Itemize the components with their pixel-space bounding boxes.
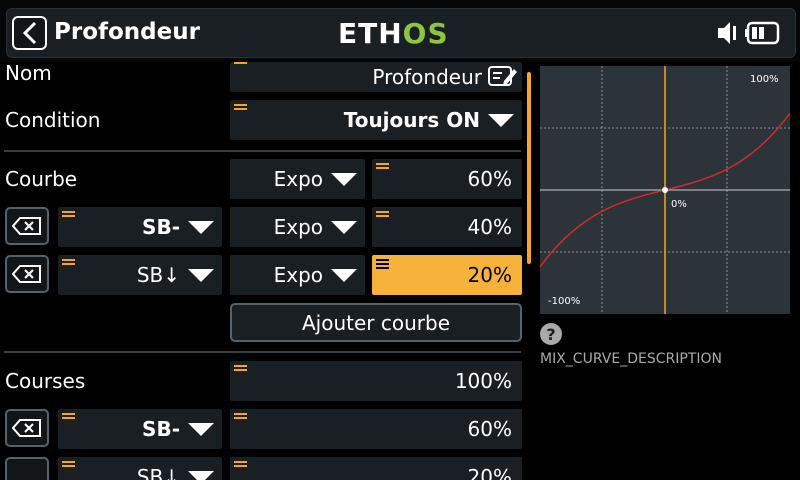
rates-value: 100% — [454, 369, 512, 393]
clear-button[interactable] — [5, 409, 49, 447]
name-value: Profondeur — [372, 65, 482, 89]
clear-button[interactable] — [5, 457, 49, 480]
separator — [4, 351, 521, 353]
clear-button[interactable] — [5, 255, 49, 293]
drag-handle-icon — [62, 413, 75, 423]
ethos-logo: ETHOS — [338, 17, 449, 50]
curve-point — [662, 187, 668, 193]
edit-icon — [488, 66, 517, 86]
switch-value: SB- — [142, 215, 180, 239]
rates-row2-value-field[interactable]: 20% — [230, 457, 522, 480]
rates-row1-value-field[interactable]: 60% — [230, 409, 522, 449]
switch-value: SB- — [142, 417, 180, 441]
dropdown-arrow-icon — [188, 470, 214, 480]
drag-handle-icon — [234, 413, 247, 423]
rates-value: 20% — [467, 465, 512, 480]
dropdown-arrow-icon — [188, 422, 214, 436]
drag-handle-icon — [376, 259, 389, 269]
switch-value: SB↓ — [136, 465, 180, 480]
header-bar: Profondeur ETHOS — [0, 0, 800, 62]
curve-row1-value-field[interactable]: 40% — [372, 207, 522, 247]
clear-button[interactable] — [5, 207, 49, 245]
drag-handle-icon — [234, 62, 247, 72]
switch-value: SB↓ — [136, 263, 180, 287]
curve-graph-svg: 100% 0% -100% — [539, 66, 791, 314]
dropdown-arrow-icon — [331, 268, 357, 282]
curve-label: Courbe — [5, 167, 78, 191]
page-title: Profondeur — [54, 19, 200, 45]
add-curve-button[interactable]: Ajouter courbe — [230, 303, 522, 342]
drag-handle-icon — [234, 365, 247, 375]
curve-row2-value-field[interactable]: 20% — [372, 255, 522, 295]
graph-center-label: 0% — [671, 199, 687, 210]
curve-description: MIX_CURVE_DESCRIPTION — [540, 351, 722, 367]
curve-type-value: Expo — [273, 167, 323, 191]
backspace-icon — [12, 217, 41, 235]
curve-value: 60% — [467, 167, 512, 191]
dropdown-arrow-icon — [331, 220, 357, 234]
separator — [4, 150, 521, 152]
dropdown-arrow-icon — [488, 113, 514, 127]
backspace-icon — [12, 419, 41, 437]
rates-value: 60% — [467, 417, 512, 441]
dropdown-arrow-icon — [331, 172, 357, 186]
rates-value-field[interactable]: 100% — [230, 361, 522, 401]
drag-handle-icon — [62, 211, 75, 221]
drag-handle-icon — [62, 259, 75, 269]
back-button[interactable] — [12, 16, 47, 50]
curve-row2-type-select[interactable]: Expo — [230, 255, 365, 295]
rates-label: Courses — [5, 369, 86, 393]
name-field[interactable]: Profondeur — [230, 62, 522, 92]
graph-top-label: 100% — [750, 74, 779, 85]
curve-row1-type-select[interactable]: Expo — [230, 207, 365, 247]
curve-type-value: Expo — [273, 215, 323, 239]
condition-select[interactable]: Toujours ON — [230, 100, 522, 140]
curve-type-value: Expo — [273, 263, 323, 287]
drag-handle-icon — [376, 211, 389, 221]
curve-row1-switch-select[interactable]: SB- — [58, 207, 222, 247]
condition-label: Condition — [5, 108, 101, 132]
drag-handle-icon — [376, 163, 389, 173]
battery-icon — [745, 21, 780, 45]
curve-value: 20% — [467, 263, 512, 287]
drag-handle-icon — [62, 461, 75, 471]
drag-handle-icon — [234, 461, 247, 471]
curve-value-field[interactable]: 60% — [372, 159, 522, 199]
rates-row1-switch-select[interactable]: SB- — [58, 409, 222, 449]
help-icon[interactable]: ? — [540, 323, 562, 345]
rates-row2-switch-select[interactable]: SB↓ — [58, 457, 222, 480]
curve-value: 40% — [467, 215, 512, 239]
curve-graph: 100% 0% -100% — [539, 66, 791, 314]
speaker-icon — [718, 22, 736, 44]
curve-type-select[interactable]: Expo — [230, 159, 365, 199]
name-label: Nom — [5, 61, 52, 85]
graph-bottom-label: -100% — [548, 296, 580, 307]
drag-handle-icon — [234, 104, 247, 114]
dropdown-arrow-icon — [188, 220, 214, 234]
curve-row2-switch-select[interactable]: SB↓ — [58, 255, 222, 295]
chevron-left-icon — [22, 21, 36, 45]
scrollbar[interactable] — [527, 72, 531, 264]
condition-value: Toujours ON — [343, 108, 480, 132]
status-icons — [716, 20, 780, 46]
dropdown-arrow-icon — [188, 268, 214, 282]
backspace-icon — [12, 265, 41, 283]
